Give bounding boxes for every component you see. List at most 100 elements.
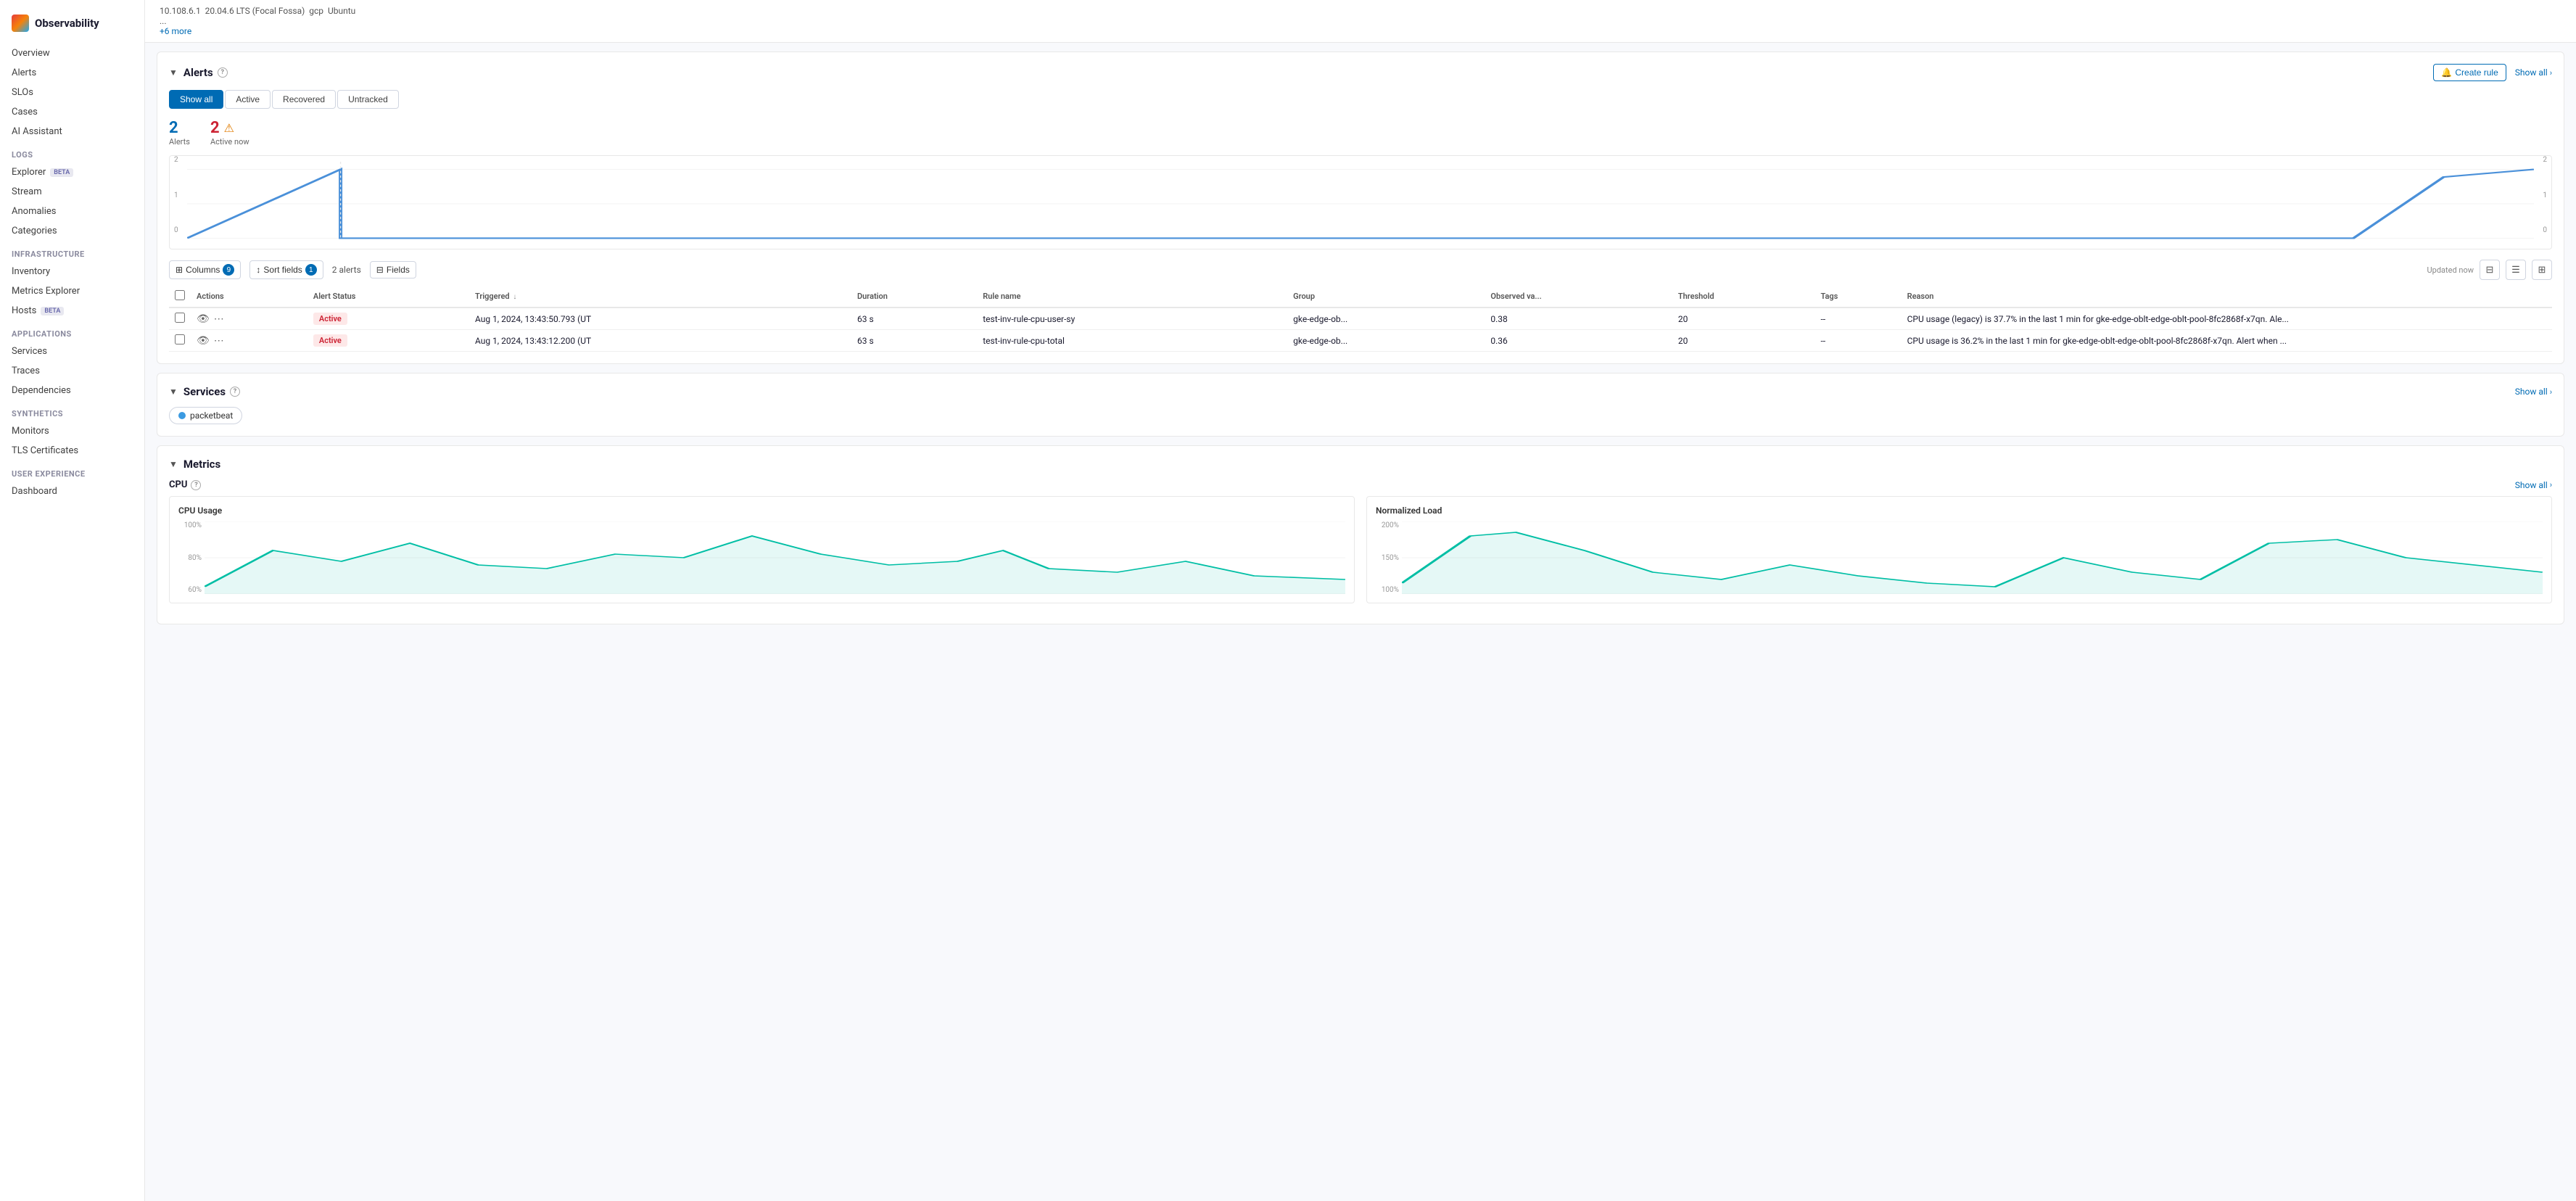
table-view-button[interactable]: ⊞ bbox=[2532, 260, 2552, 280]
fields-button[interactable]: ⊟ Fields bbox=[370, 261, 416, 278]
sidebar-item-cases[interactable]: Cases bbox=[0, 102, 144, 122]
alert-stats: 2 Alerts 2 ⚠ Active now bbox=[169, 119, 2552, 146]
platform-text: Ubuntu bbox=[328, 6, 355, 16]
total-alerts-stat: 2 Alerts bbox=[169, 119, 190, 146]
alerts-header: ▼ Alerts ? 🔔 Create rule Show all › bbox=[169, 64, 2552, 81]
sidebar-item-monitors[interactable]: Monitors bbox=[0, 421, 144, 441]
table-row: 👁 ⋯ Active Aug 1, 2024, 13:43:50.793 (UT… bbox=[169, 308, 2552, 330]
alerts-collapse-icon[interactable]: ▼ bbox=[169, 67, 178, 78]
create-rule-button[interactable]: 🔔 Create rule bbox=[2433, 64, 2506, 81]
service-name-packetbeat: packetbeat bbox=[190, 410, 233, 421]
fields-icon: ⊟ bbox=[376, 265, 384, 275]
sidebar-item-overview[interactable]: Overview bbox=[0, 44, 144, 63]
sidebar-item-dependencies[interactable]: Dependencies bbox=[0, 381, 144, 400]
td-observed-2: 0.36 bbox=[1485, 330, 1672, 352]
td-reason-1: CPU usage (legacy) is 37.7% in the last … bbox=[1902, 308, 2552, 330]
synthetics-section-title: Synthetics bbox=[0, 400, 144, 421]
services-header: ▼ Services ? Show all › bbox=[169, 385, 2552, 398]
sidebar-item-inventory[interactable]: Inventory bbox=[0, 262, 144, 281]
columns-icon: ⊞ bbox=[176, 265, 183, 275]
select-all-checkbox[interactable] bbox=[175, 290, 185, 300]
more-link[interactable]: +6 more bbox=[160, 26, 191, 36]
sidebar-item-dashboard[interactable]: Dashboard bbox=[0, 482, 144, 501]
sidebar-item-tls-certificates[interactable]: TLS Certificates bbox=[0, 441, 144, 461]
sidebar-item-metrics-explorer[interactable]: Metrics Explorer bbox=[0, 281, 144, 301]
th-alert-status: Alert Status bbox=[307, 286, 469, 308]
tab-show-all[interactable]: Show all bbox=[169, 90, 223, 109]
sidebar-item-stream[interactable]: Stream bbox=[0, 182, 144, 202]
updated-label: Updated now bbox=[2427, 265, 2474, 275]
active-now-stat: 2 ⚠ Active now bbox=[210, 119, 249, 146]
ip-text: 10.108.6.1 bbox=[160, 6, 201, 16]
th-duration: Duration bbox=[851, 286, 977, 308]
columns-count: 9 bbox=[223, 264, 234, 276]
sidebar-item-explorer[interactable]: Explorer BETA bbox=[0, 162, 144, 182]
alerts-section: ▼ Alerts ? 🔔 Create rule Show all › Show… bbox=[157, 51, 2564, 364]
chart-y-labels: 2 1 0 bbox=[174, 156, 178, 234]
explorer-badge: BETA bbox=[50, 168, 73, 177]
view-icon-1[interactable]: 👁 bbox=[197, 313, 210, 325]
cpu-subsection: CPU ? Show all › CPU Usage 100% 80% bbox=[169, 479, 2552, 603]
sidebar-item-categories[interactable]: Categories bbox=[0, 221, 144, 241]
services-show-all-link[interactable]: Show all › bbox=[2515, 387, 2552, 397]
th-checkbox bbox=[169, 286, 191, 308]
more-icon-1[interactable]: ⋯ bbox=[214, 313, 224, 325]
cloud-text: gcp bbox=[309, 6, 323, 16]
alerts-count: 2 bbox=[169, 119, 190, 137]
active-label: Active now bbox=[210, 137, 249, 146]
row-checkbox-1[interactable] bbox=[175, 313, 185, 323]
metrics-show-all-link[interactable]: Show all › bbox=[2515, 480, 2552, 490]
sidebar-item-ai-assistant[interactable]: AI Assistant bbox=[0, 122, 144, 141]
alerts-title: Alerts ? bbox=[183, 66, 228, 79]
alerts-show-all-link[interactable]: Show all › bbox=[2515, 67, 2552, 78]
sidebar-item-hosts[interactable]: Hosts BETA bbox=[0, 301, 144, 321]
top-info-bar: 10.108.6.1 20.04.6 LTS (Focal Fossa) gcp… bbox=[145, 0, 2576, 43]
logs-section-title: Logs bbox=[0, 141, 144, 162]
sidebar-item-anomalies[interactable]: Anomalies bbox=[0, 202, 144, 221]
status-badge-1: Active bbox=[313, 313, 347, 325]
td-checkbox-2 bbox=[169, 330, 191, 352]
cpu-info-icon[interactable]: ? bbox=[191, 480, 201, 490]
td-status-1: Active bbox=[307, 308, 469, 330]
view-icon-2[interactable]: 👁 bbox=[197, 335, 210, 347]
td-triggered-1: Aug 1, 2024, 13:43:50.793 (UT bbox=[469, 308, 851, 330]
service-chip-packetbeat[interactable]: packetbeat bbox=[169, 407, 242, 424]
alerts-chart: 2 1 0 2 1 0 13:29August 1, 2024 bbox=[169, 155, 2552, 249]
bell-icon: 🔔 bbox=[2441, 67, 2452, 78]
sort-fields-button[interactable]: ↕ Sort fields 1 bbox=[249, 260, 323, 279]
sidebar-top-nav: Overview Alerts SLOs Cases AI Assistant bbox=[0, 44, 144, 141]
main-content: 10.108.6.1 20.04.6 LTS (Focal Fossa) gcp… bbox=[145, 0, 2576, 1201]
normalized-load-y-labels: 200% 150% 100% bbox=[1376, 521, 1402, 594]
active-count: 2 bbox=[210, 119, 220, 137]
th-rule-name: Rule name bbox=[977, 286, 1287, 308]
alerts-info-icon[interactable]: ? bbox=[218, 67, 228, 78]
table-toolbar: ⊞ Columns 9 ↕ Sort fields 1 2 alerts ⊟ F… bbox=[169, 260, 2552, 280]
tab-active[interactable]: Active bbox=[225, 90, 271, 109]
services-chevron-icon: › bbox=[2550, 387, 2552, 397]
services-info-icon[interactable]: ? bbox=[230, 387, 240, 397]
td-rule-1: test-inv-rule-cpu-user-sy bbox=[977, 308, 1287, 330]
tab-untracked[interactable]: Untracked bbox=[337, 90, 399, 109]
sidebar-item-services[interactable]: Services bbox=[0, 342, 144, 361]
list-view-button[interactable]: ☰ bbox=[2506, 260, 2526, 280]
columns-button[interactable]: ⊞ Columns 9 bbox=[169, 260, 241, 279]
services-collapse-icon[interactable]: ▼ bbox=[169, 387, 178, 397]
logo-icon bbox=[12, 15, 29, 32]
td-group-2: gke-edge-ob... bbox=[1287, 330, 1485, 352]
th-reason: Reason bbox=[1902, 286, 2552, 308]
user-experience-section-title: User Experience bbox=[0, 461, 144, 482]
metrics-collapse-icon[interactable]: ▼ bbox=[169, 459, 178, 469]
alerts-count-text: 2 alerts bbox=[332, 265, 361, 275]
metrics-charts: CPU Usage 100% 80% 60% bbox=[169, 496, 2552, 603]
th-triggered[interactable]: Triggered ↓ bbox=[469, 286, 851, 308]
row-checkbox-2[interactable] bbox=[175, 334, 185, 344]
sidebar-item-alerts[interactable]: Alerts bbox=[0, 63, 144, 83]
sidebar-item-traces[interactable]: Traces bbox=[0, 361, 144, 381]
grid-view-button[interactable]: ⊟ bbox=[2480, 260, 2500, 280]
more-icon-2[interactable]: ⋯ bbox=[214, 335, 224, 347]
sidebar-item-slos[interactable]: SLOs bbox=[0, 83, 144, 102]
sort-count: 1 bbox=[305, 264, 317, 276]
status-badge-2: Active bbox=[313, 334, 347, 347]
sidebar-logo: Observability bbox=[0, 9, 144, 44]
tab-recovered[interactable]: Recovered bbox=[272, 90, 336, 109]
